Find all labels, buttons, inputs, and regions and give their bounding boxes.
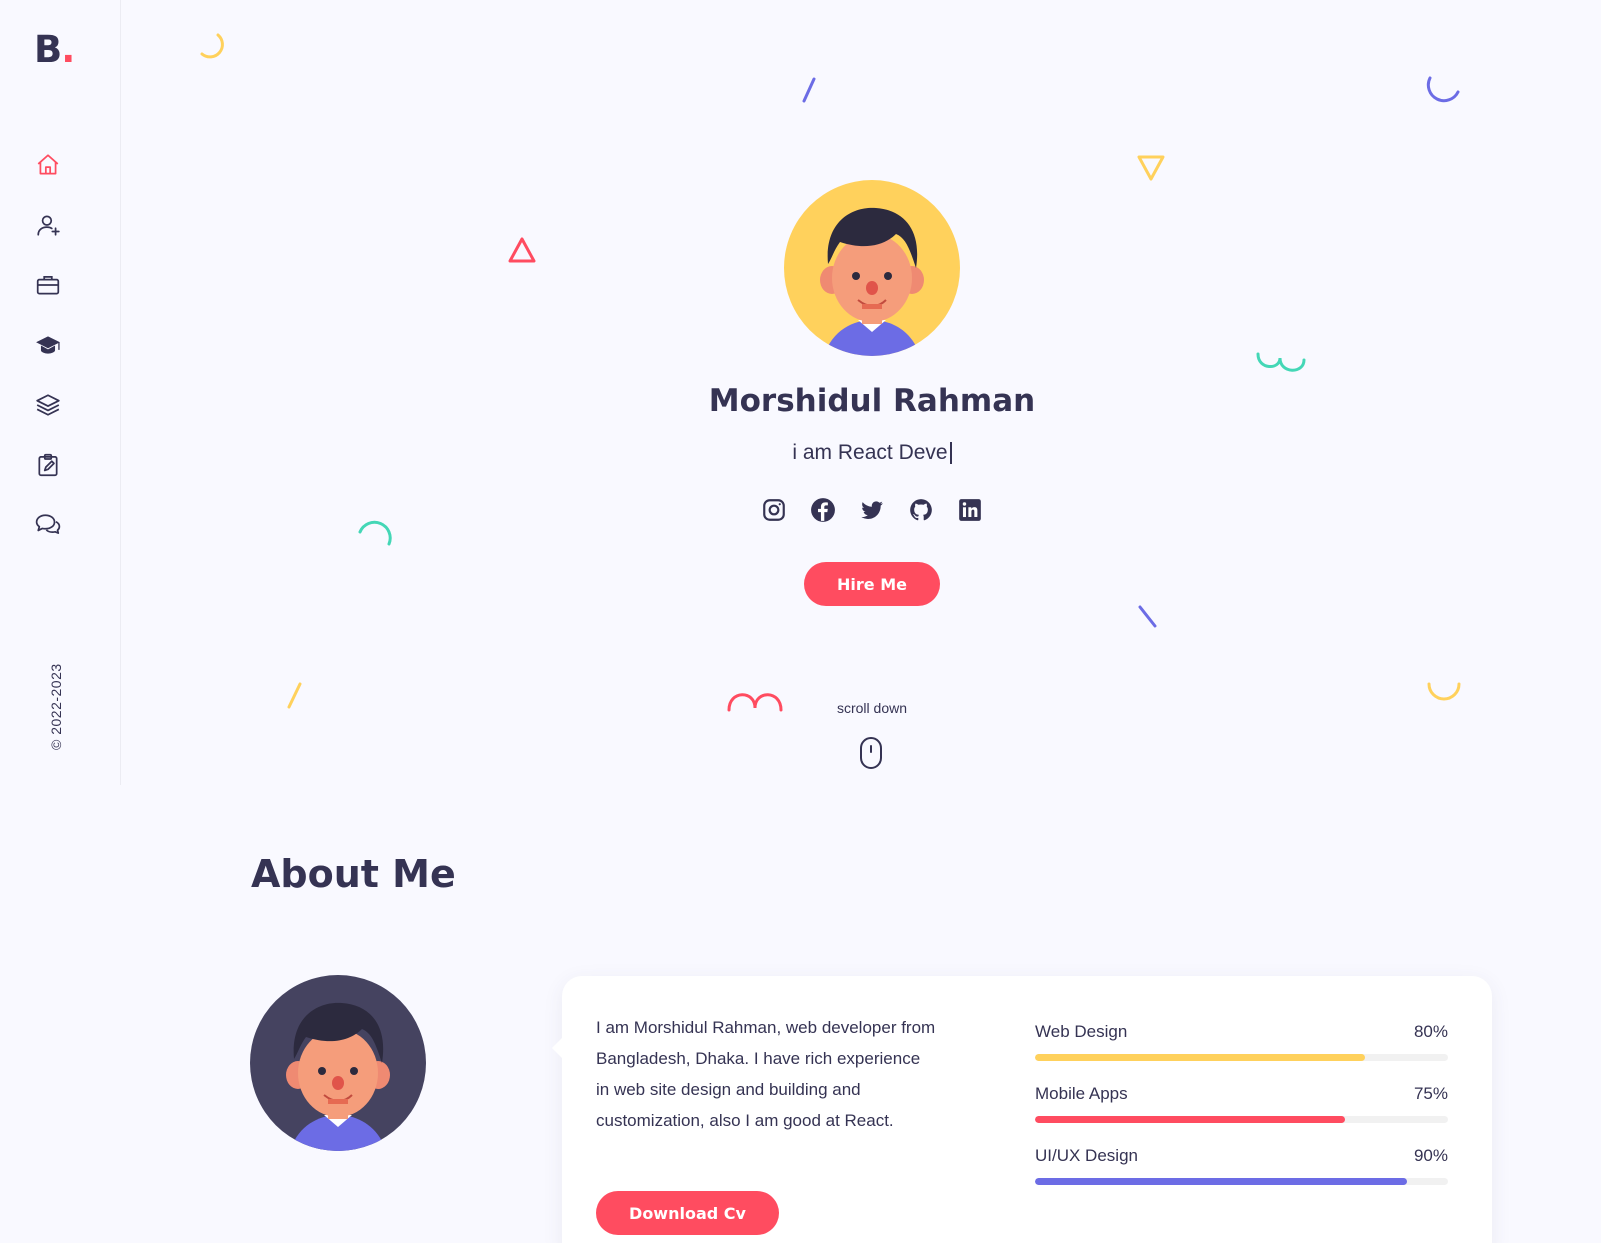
instagram-link[interactable] (760, 496, 788, 524)
scroll-down-label: scroll down (836, 700, 908, 716)
github-link[interactable] (907, 496, 935, 524)
arc-shape (358, 520, 392, 546)
typed-text: i am React Deve (792, 441, 948, 464)
skills-list: Web Design 80% Mobile Apps 75% UI/UX Desig… (1035, 1022, 1448, 1208)
skill-item: Web Design 80% (1035, 1022, 1448, 1084)
about-avatar (250, 975, 426, 1151)
skill-name: Web Design (1035, 1022, 1128, 1041)
skill-bar (1035, 1116, 1448, 1123)
arc-shape (200, 33, 224, 59)
sidebar: B. © 2022-2023 (0, 0, 121, 785)
graduation-cap-icon (36, 336, 60, 354)
nav-services[interactable] (33, 270, 63, 300)
avatar-illustration (820, 207, 924, 356)
skill-bar-fill (1035, 1116, 1345, 1123)
avatar (784, 180, 960, 356)
instagram-icon (763, 499, 785, 521)
skill-percent: 90% (1413, 1146, 1448, 1165)
clipboard-edit-icon (38, 453, 58, 477)
mouse-icon[interactable] (860, 737, 882, 769)
about-title: About Me (251, 852, 456, 896)
avatar-illustration (286, 1002, 390, 1151)
skill-bar-fill (1035, 1054, 1366, 1061)
facebook-icon (811, 498, 835, 522)
logo-dot: . (61, 28, 75, 71)
user-plus-icon (37, 215, 60, 236)
chat-bubbles-icon (35, 514, 61, 534)
copyright: © 2022-2023 (48, 663, 64, 750)
twitter-link[interactable] (858, 496, 886, 524)
typing-caret (949, 442, 952, 465)
nav-home[interactable] (33, 150, 63, 180)
line-shape (1138, 605, 1157, 628)
about-card: I am Morshidul Rahman, web developer fro… (552, 976, 1492, 1243)
facebook-link[interactable] (809, 496, 837, 524)
line-shape (802, 77, 816, 103)
download-cv-button[interactable]: Download Cv (596, 1191, 779, 1235)
triangle-shape (1137, 155, 1165, 181)
skill-bar (1035, 1054, 1448, 1061)
nav-contact[interactable] (33, 510, 63, 540)
social-links (760, 495, 984, 525)
nav-education[interactable] (33, 330, 63, 360)
github-icon (910, 499, 932, 521)
layers-icon (36, 394, 60, 416)
skill-name: Mobile Apps (1035, 1084, 1128, 1103)
logo[interactable]: B. (34, 28, 75, 71)
home-icon (37, 154, 59, 175)
nav-works[interactable] (33, 390, 63, 420)
twitter-icon (861, 501, 883, 519)
skill-name: UI/UX Design (1035, 1146, 1138, 1165)
briefcase-icon (36, 276, 60, 295)
linkedin-icon (959, 499, 981, 521)
skill-bar-fill (1035, 1178, 1407, 1185)
linkedin-link[interactable] (956, 496, 984, 524)
arc-shape (1426, 76, 1460, 103)
hero-name: Morshidul Rahman (708, 383, 1036, 419)
about-text: I am Morshidul Rahman, web developer fro… (596, 1018, 936, 1130)
skill-percent: 75% (1413, 1084, 1448, 1103)
skill-bar (1035, 1178, 1448, 1185)
skill-item: Mobile Apps 75% (1035, 1084, 1448, 1146)
nav-about[interactable] (33, 210, 63, 240)
logo-letter: B (34, 28, 62, 71)
triangle-shape (508, 237, 536, 263)
nav-blog[interactable] (33, 450, 63, 480)
hero-section: Morshidul Rahman i am React Deve Hire Me… (121, 0, 1601, 785)
hire-me-button[interactable]: Hire Me (804, 562, 940, 606)
hero-subtitle: i am React Deve (121, 441, 1601, 465)
skill-percent: 80% (1413, 1022, 1448, 1041)
skill-item: UI/UX Design 90% (1035, 1146, 1448, 1208)
